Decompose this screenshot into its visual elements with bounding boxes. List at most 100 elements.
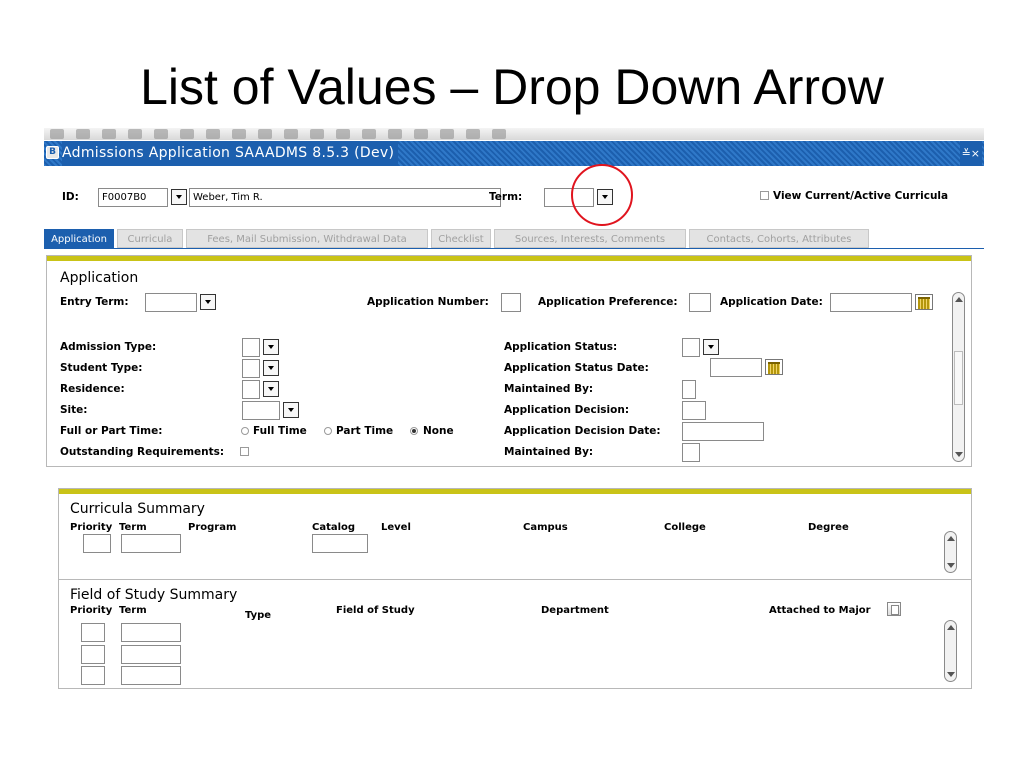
col-level: Level (381, 522, 411, 533)
attached-to-major-icon[interactable] (887, 602, 901, 616)
scroll-up-icon[interactable] (947, 625, 955, 630)
residence-input[interactable] (242, 380, 260, 399)
application-title: Application (60, 270, 139, 286)
field-of-study-scrollbar[interactable] (944, 620, 957, 682)
col-program: Program (188, 522, 237, 533)
scroll-down-icon[interactable] (947, 563, 955, 568)
priority-input[interactable] (81, 666, 105, 685)
scroll-up-icon[interactable] (955, 297, 963, 302)
site-label: Site: (60, 404, 88, 416)
app-preference-input[interactable] (689, 293, 711, 312)
admission-type-label: Admission Type: (60, 341, 157, 353)
tab-curricula[interactable]: Curricula (117, 229, 183, 248)
help-icon[interactable] (466, 129, 480, 139)
term-cell-input[interactable] (121, 623, 181, 642)
next-block-icon[interactable] (232, 129, 246, 139)
full-time-radio[interactable] (241, 427, 249, 435)
view-curricula-label: View Current/Active Curricula (773, 190, 949, 202)
scroll-down-icon[interactable] (947, 672, 955, 677)
tab-checklist[interactable]: Checklist (431, 229, 491, 248)
tab-contacts[interactable]: Contacts, Cohorts, Attributes (689, 229, 869, 248)
app-date-label: Application Date: (720, 296, 823, 308)
save-icon[interactable] (50, 129, 64, 139)
status-date-calendar-icon[interactable] (765, 359, 783, 375)
next-record-icon[interactable] (440, 129, 454, 139)
previous-record-icon[interactable] (414, 129, 428, 139)
outstanding-checkbox[interactable] (240, 447, 249, 456)
exit-icon[interactable] (492, 129, 506, 139)
app-decision-label: Application Decision: (504, 404, 630, 416)
rollback-icon[interactable] (76, 129, 90, 139)
select-icon[interactable] (102, 129, 116, 139)
app-date-input[interactable] (830, 293, 912, 312)
part-time-radio[interactable] (324, 427, 332, 435)
tab-fees[interactable]: Fees, Mail Submission, Withdrawal Data (186, 229, 428, 248)
insert-icon[interactable] (128, 129, 142, 139)
entry-term-dropdown-icon[interactable] (200, 294, 216, 310)
catalog-input[interactable] (312, 534, 368, 553)
priority-input[interactable] (81, 645, 105, 664)
tab-application[interactable]: Application (44, 229, 114, 248)
app-decision-date-input[interactable] (682, 422, 764, 441)
col-priority: Priority (70, 522, 113, 533)
curricula-scrollbar[interactable] (944, 531, 957, 573)
cancel-icon[interactable] (336, 129, 350, 139)
maintained-by-label: Maintained By: (504, 383, 594, 395)
scroll-thumb[interactable] (954, 351, 963, 405)
query-icon[interactable] (284, 129, 298, 139)
app-status-date-input[interactable] (710, 358, 762, 377)
id-label: ID: (62, 191, 79, 203)
entry-term-input[interactable] (145, 293, 197, 312)
col-priority: Priority (70, 605, 113, 616)
panel-bar (59, 489, 971, 494)
search-icon[interactable] (258, 129, 272, 139)
term-cell-input[interactable] (121, 645, 181, 664)
app-number-label: Application Number: (367, 296, 489, 308)
app-status-input[interactable] (682, 338, 700, 357)
app-number-input[interactable] (501, 293, 521, 312)
student-type-label: Student Type: (60, 362, 143, 374)
slide-title: List of Values – Drop Down Arrow (140, 59, 884, 115)
student-type-input[interactable] (242, 359, 260, 378)
scroll-down-icon[interactable] (955, 452, 963, 457)
view-curricula-checkbox[interactable] (760, 191, 769, 200)
window-controls-icon[interactable]: ≚× (959, 141, 982, 166)
field-of-study-title: Field of Study Summary (70, 587, 238, 603)
col-degree: Degree (808, 522, 849, 533)
previous-block-icon[interactable] (206, 129, 220, 139)
id-lov-dropdown-icon[interactable] (171, 189, 187, 205)
none-radio[interactable] (410, 427, 418, 435)
student-type-dropdown-icon[interactable] (263, 360, 279, 376)
id-input[interactable]: F0007B0 (98, 188, 168, 207)
col-term: Term (119, 605, 147, 616)
first-record-icon[interactable] (362, 129, 376, 139)
execute-icon[interactable] (310, 129, 324, 139)
priority-input[interactable] (83, 534, 111, 553)
app-status-date-label: Application Status Date: (504, 362, 649, 374)
app-status-dropdown-icon[interactable] (703, 339, 719, 355)
term-label: Term: (489, 191, 523, 203)
tab-sources[interactable]: Sources, Interests, Comments (494, 229, 686, 248)
admission-type-input[interactable] (242, 338, 260, 357)
site-input[interactable] (242, 401, 280, 420)
app-preference-label: Application Preference: (538, 296, 678, 308)
last-record-icon[interactable] (388, 129, 402, 139)
application-scrollbar[interactable] (952, 292, 965, 462)
app-date-calendar-icon[interactable] (915, 294, 933, 310)
term-cell-input[interactable] (121, 666, 181, 685)
col-attached: Attached to Major (769, 605, 871, 616)
maintained-by-2-input (682, 443, 700, 462)
term-cell-input[interactable] (121, 534, 181, 553)
admission-type-dropdown-icon[interactable] (263, 339, 279, 355)
scroll-up-icon[interactable] (947, 536, 955, 541)
priority-input[interactable] (81, 623, 105, 642)
print-icon[interactable] (180, 129, 194, 139)
entry-term-label: Entry Term: (60, 296, 129, 308)
site-dropdown-icon[interactable] (283, 402, 299, 418)
residence-dropdown-icon[interactable] (263, 381, 279, 397)
full-time-label: Full Time (253, 425, 307, 437)
remove-icon[interactable] (154, 129, 168, 139)
app-decision-input[interactable] (682, 401, 706, 420)
curricula-summary-title: Curricula Summary (70, 501, 205, 517)
toolbar (44, 128, 984, 140)
